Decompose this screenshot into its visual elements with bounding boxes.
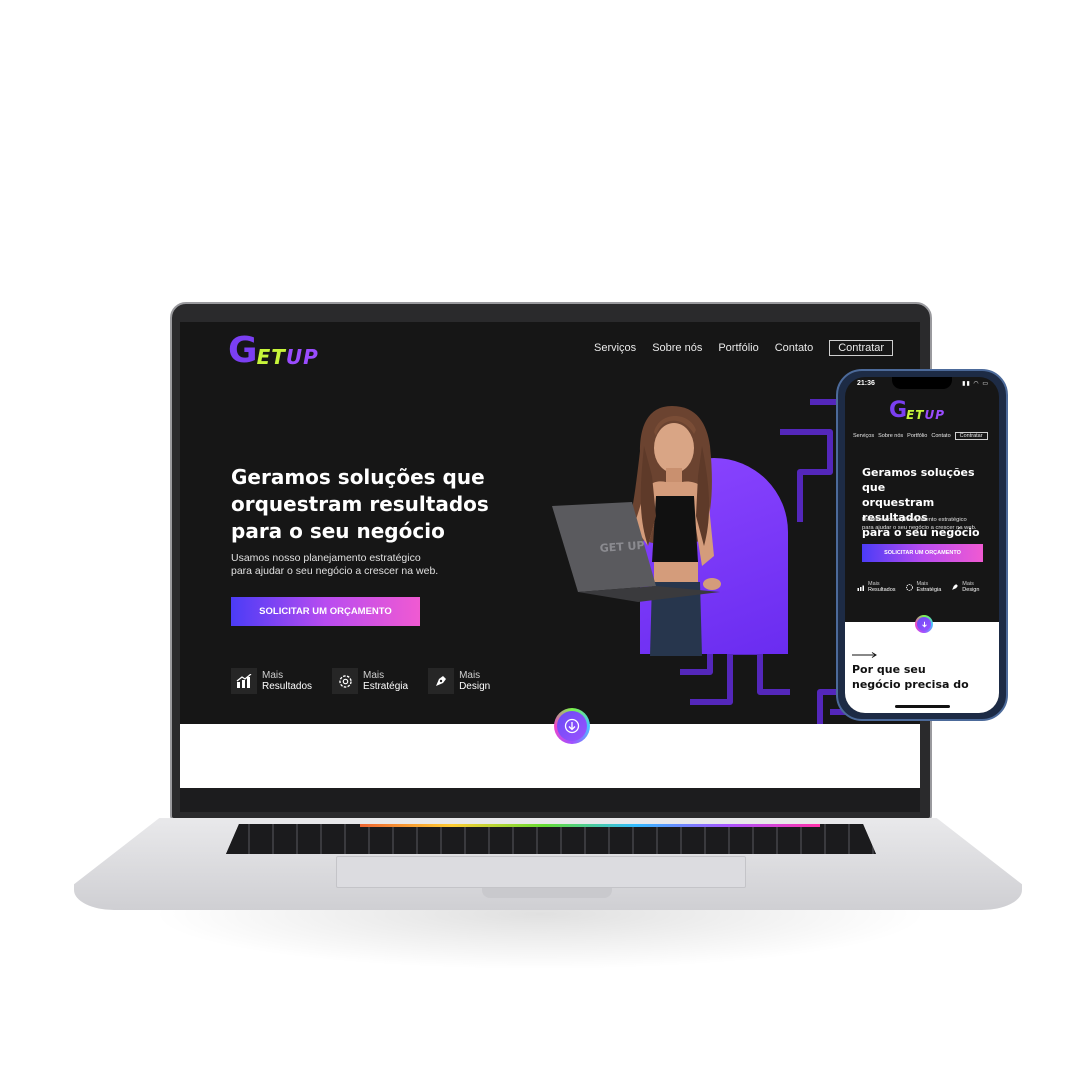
keyboard <box>226 824 876 854</box>
trackpad <box>336 856 746 888</box>
gear-icon <box>332 668 359 694</box>
chart-icon <box>855 582 866 593</box>
status-icons: ▮▮ ◠ ▭ <box>962 381 989 387</box>
home-indicator <box>895 705 950 708</box>
features-row-mobile: Mais Resultados Mais Estratégia Mais Design <box>855 581 979 594</box>
feature-prefix: Mais <box>363 669 385 681</box>
feature-design: Mais Design <box>949 581 979 594</box>
website-desktop: G ETUP Serviços Sobre nós Portfólio Cont… <box>180 322 920 788</box>
gear-icon <box>904 582 915 593</box>
nav-portfolio[interactable]: Portfólio <box>718 342 758 354</box>
feature-estrategia: Mais Estratégia <box>904 581 941 594</box>
nav-portfolio[interactable]: Portfólio <box>907 433 927 439</box>
laptop-screen: G ETUP Serviços Sobre nós Portfólio Cont… <box>180 322 920 788</box>
feature-resultados: Mais Resultados <box>855 581 896 594</box>
contratar-button[interactable]: Contratar <box>954 432 988 440</box>
nav-sobre-nos[interactable]: Sobre nós <box>652 342 702 354</box>
section-title: Por que seu negócio precisa do <box>852 663 969 691</box>
logo-g: G <box>228 330 259 371</box>
hero-subtitle: Usamos nosso planejamento estratégico pa… <box>231 552 439 577</box>
nav-servicos[interactable]: Serviços <box>594 342 636 354</box>
nav-sobre-nos[interactable]: Sobre nós <box>878 433 903 439</box>
phone-screen: 21:36 ▮▮ ◠ ▭ G ETUP Serviços Sobre nós P… <box>845 377 999 713</box>
laptop-bezel <box>180 788 920 812</box>
getup-logo[interactable]: G ETUP <box>228 330 319 371</box>
contratar-button[interactable]: Contratar <box>829 340 894 356</box>
nav-contato[interactable]: Contato <box>931 433 950 439</box>
mobile-nav: Serviços Sobre nós Portfólio Contato Con… <box>853 432 988 440</box>
getup-logo-mobile[interactable]: G ETUP <box>889 400 945 422</box>
feature-prefix: Mais <box>459 669 481 681</box>
feature-prefix: Mais <box>262 669 284 681</box>
features-row: Mais Resultados Mais Estratégia Mais Des… <box>231 668 490 694</box>
arrow-down-icon <box>917 617 931 631</box>
arrow-down-icon <box>557 711 587 741</box>
solicitar-orcamento-button[interactable]: SOLICITAR UM ORÇAMENTO <box>231 597 420 626</box>
hero-title: Geramos soluções que orquestram resultad… <box>231 465 489 543</box>
pen-icon <box>428 668 455 694</box>
laptop-lip <box>482 888 612 898</box>
feature-estrategia: Mais Estratégia <box>332 668 408 694</box>
hero-subtitle-mobile: Usamos nosso planejamento estratégico pa… <box>862 517 977 531</box>
why-section: Por que seu negócio precisa do <box>845 622 999 713</box>
solicitar-orcamento-button[interactable]: SOLICITAR UM ORÇAMENTO <box>862 544 983 562</box>
status-time: 21:36 <box>857 380 875 387</box>
feature-label: Estratégia <box>363 681 409 692</box>
feature-label: Resultados <box>262 681 313 692</box>
laptop-shadow <box>150 900 930 970</box>
pen-icon <box>949 582 960 593</box>
nav-servicos[interactable]: Serviços <box>853 433 874 439</box>
main-nav: Serviços Sobre nós Portfólio Contato Con… <box>594 340 894 356</box>
feature-design: Mais Design <box>428 668 490 694</box>
logo-text: ETUP <box>256 345 319 369</box>
next-section <box>180 724 920 788</box>
feature-label: Design <box>459 681 491 692</box>
feature-resultados: Mais Resultados <box>231 668 312 694</box>
arrow-right-icon <box>852 652 877 658</box>
chart-icon <box>231 668 257 694</box>
scroll-down-button[interactable] <box>554 708 590 744</box>
scroll-down-button-mobile[interactable] <box>915 615 933 633</box>
phone-notch <box>892 377 952 389</box>
nav-contato[interactable]: Contato <box>775 342 814 354</box>
touch-bar <box>360 824 820 827</box>
woman-with-laptop-photo: GET UP <box>552 406 721 656</box>
